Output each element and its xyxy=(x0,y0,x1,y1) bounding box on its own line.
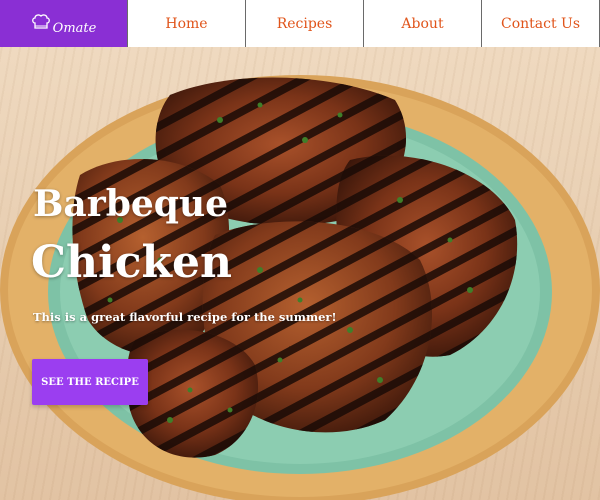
hero-title-line-2: Chicken xyxy=(31,237,232,288)
hero-subtitle: This is a great flavorful recipe for the… xyxy=(33,310,337,324)
see-the-recipe-button[interactable]: SEE THE RECIPE xyxy=(32,359,148,405)
nav-about[interactable]: About xyxy=(363,0,481,47)
top-navigation: Omate Home Recipes About Contact Us xyxy=(0,0,600,47)
chef-hat-icon xyxy=(31,13,50,29)
logo-mark: Omate xyxy=(31,11,97,36)
brand-logo[interactable]: Omate xyxy=(0,0,127,47)
logo-text: Omate xyxy=(52,21,97,36)
nav-recipes[interactable]: Recipes xyxy=(245,0,363,47)
hero-title-line-1: Barbeque xyxy=(33,183,229,225)
nav-contact-us[interactable]: Contact Us xyxy=(481,0,600,47)
nav-home[interactable]: Home xyxy=(127,0,245,47)
